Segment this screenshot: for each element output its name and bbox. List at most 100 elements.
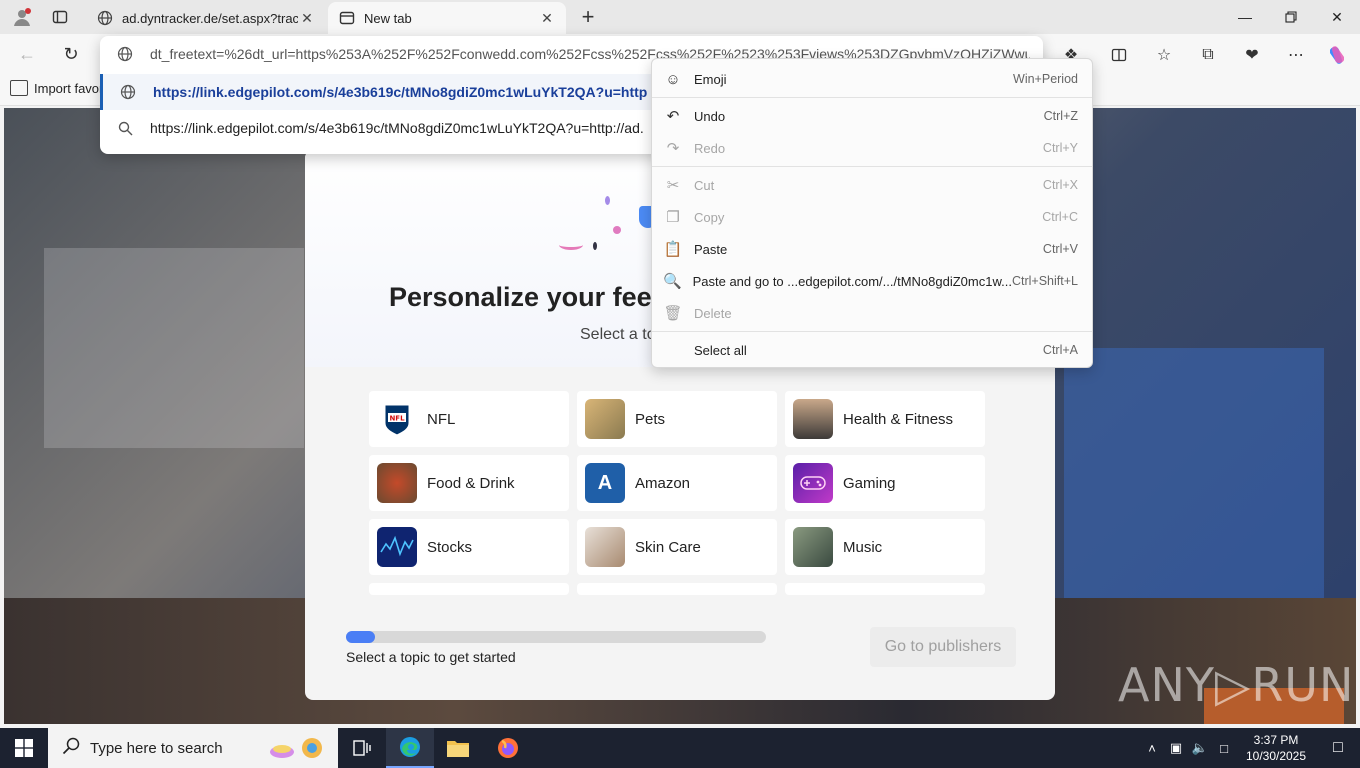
emoji-icon: ☺ — [665, 70, 681, 88]
menu-shortcut: Win+Period — [1013, 72, 1078, 86]
copilot-icon[interactable] — [1324, 42, 1350, 68]
topic-gaming[interactable]: Gaming — [785, 455, 985, 511]
topic-label: Food & Drink — [427, 474, 515, 492]
search-icon — [100, 121, 150, 136]
globe-icon — [100, 46, 150, 62]
context-menu: ☺ Emoji Win+Period ↶ Undo Ctrl+Z ↷ Redo … — [651, 58, 1093, 368]
menu-label: Paste and go to ...edgepilot.com/.../tMN… — [692, 273, 1012, 289]
dialog-title: Personalize your feed — [389, 282, 669, 312]
topic-label: Amazon — [635, 474, 691, 492]
menu-item-redo[interactable]: ↷ Redo Ctrl+Y — [652, 132, 1092, 164]
topic-music[interactable]: Music — [785, 519, 985, 575]
search-icon — [62, 737, 80, 760]
topic-partial[interactable] — [577, 583, 777, 595]
import-favorites-link[interactable]: Import favor — [10, 80, 103, 96]
confetti-decoration — [613, 226, 621, 234]
confetti-decoration — [605, 196, 610, 205]
gamepad-icon — [793, 463, 833, 503]
taskbar-search[interactable]: Type here to search — [48, 728, 338, 768]
menu-label: Emoji — [694, 71, 727, 87]
tab-title: New tab — [364, 10, 412, 26]
close-tab-icon[interactable]: ✕ — [538, 10, 556, 27]
menu-item-delete[interactable]: 🗑 Delete — [652, 297, 1092, 329]
menu-label: Redo — [694, 140, 726, 156]
volume-icon[interactable]: 🔈 — [1188, 740, 1212, 756]
confetti-decoration — [559, 240, 583, 250]
menu-separator — [652, 166, 1092, 167]
import-icon — [10, 80, 28, 96]
globe-icon — [103, 84, 153, 100]
split-screen-icon[interactable] — [1106, 42, 1132, 68]
tab-dyntracker[interactable]: ad.dyntracker.de/set.aspx?trackid ✕ — [86, 2, 326, 34]
copy-icon: ❐ — [666, 209, 680, 226]
network-icon[interactable]: ▣ — [1164, 740, 1188, 756]
close-window-icon[interactable]: ✕ — [1314, 0, 1360, 34]
stocks-chart-icon — [377, 527, 417, 567]
topic-nfl[interactable]: NFL NFL — [369, 391, 569, 447]
refresh-icon[interactable]: ↻ — [56, 40, 86, 68]
collections-icon[interactable]: ⧉ — [1195, 42, 1221, 68]
music-thumbnail-icon — [793, 527, 833, 567]
restore-icon[interactable] — [1268, 0, 1314, 34]
progress-fill — [346, 631, 376, 643]
paste-icon: 📋 — [663, 241, 683, 258]
topic-food-drink[interactable]: Food & Drink — [369, 455, 569, 511]
chevron-up-icon[interactable]: ˄ — [1140, 741, 1164, 756]
more-options-icon[interactable]: ⋯ — [1283, 42, 1309, 68]
topic-amazon[interactable]: A Amazon — [577, 455, 777, 511]
performance-icon[interactable]: ❤ — [1239, 42, 1265, 68]
menu-item-cut[interactable]: ✂ Cut Ctrl+X — [652, 169, 1092, 201]
file-explorer-icon[interactable] — [434, 728, 482, 768]
menu-separator — [652, 97, 1092, 98]
topic-label: NFL — [427, 410, 456, 428]
topic-skin-care[interactable]: Skin Care — [577, 519, 777, 575]
menu-item-select-all[interactable]: Select all Ctrl+A — [652, 334, 1092, 366]
delete-icon: 🗑 — [663, 305, 683, 322]
topic-partial[interactable] — [785, 583, 985, 595]
menu-label: Select all — [694, 342, 747, 358]
menu-label: Cut — [694, 177, 715, 193]
minimize-icon[interactable]: — — [1222, 0, 1268, 34]
go-to-publishers-button[interactable]: Go to publishers — [870, 627, 1016, 667]
menu-item-copy[interactable]: ❐ Copy Ctrl+C — [652, 201, 1092, 233]
title-bar: ad.dyntracker.de/set.aspx?trackid ✕ New … — [0, 0, 1360, 34]
new-tab-button[interactable]: + — [574, 4, 602, 30]
topic-pets[interactable]: Pets — [577, 391, 777, 447]
fitness-thumbnail-icon — [793, 399, 833, 439]
ime-icon[interactable]: □ — [1212, 741, 1236, 756]
clock-time: 3:37 PM — [1253, 733, 1299, 747]
menu-shortcut: Ctrl+Z — [1043, 109, 1078, 123]
tab-actions-icon[interactable] — [46, 4, 74, 30]
back-icon[interactable]: ← — [12, 40, 42, 68]
menu-label: Copy — [694, 209, 725, 225]
menu-item-paste-and-go[interactable]: 🔍 Paste and go to ...edgepilot.com/.../t… — [652, 265, 1092, 297]
menu-label: Undo — [694, 108, 726, 124]
windows-start-icon[interactable] — [0, 728, 48, 768]
menu-item-emoji[interactable]: ☺ Emoji Win+Period — [652, 63, 1092, 95]
favorites-icon[interactable]: ☆ — [1151, 42, 1177, 68]
menu-item-paste[interactable]: 📋 Paste Ctrl+V — [652, 233, 1092, 265]
notifications-icon[interactable]: □ — [1316, 739, 1360, 757]
skincare-thumbnail-icon — [585, 527, 625, 567]
profile-icon[interactable] — [8, 4, 36, 30]
amazon-letter-icon: A — [585, 463, 625, 503]
redo-icon: ↷ — [666, 140, 680, 157]
topic-stocks[interactable]: Stocks — [369, 519, 569, 575]
topic-label: Stocks — [427, 538, 473, 556]
edge-browser-icon[interactable] — [386, 728, 434, 768]
topic-health-fitness[interactable]: Health & Fitness — [785, 391, 985, 447]
pets-thumbnail-icon — [585, 399, 625, 439]
progress-bar — [346, 631, 766, 643]
clock[interactable]: 3:37 PM 10/30/2025 — [1236, 732, 1316, 764]
menu-item-undo[interactable]: ↶ Undo Ctrl+Z — [652, 100, 1092, 132]
close-tab-icon[interactable]: ✕ — [298, 10, 316, 27]
menu-label: Delete — [694, 305, 732, 321]
import-favorites-label: Import favor — [34, 80, 104, 96]
firefox-icon[interactable] — [484, 728, 532, 768]
topic-label: Health & Fitness — [843, 410, 954, 428]
system-tray: ˄ ▣ 🔈 □ 3:37 PM 10/30/2025 □ — [1140, 728, 1360, 768]
tab-new-tab[interactable]: New tab ✕ — [328, 2, 566, 34]
task-view-icon[interactable] — [338, 728, 386, 768]
topic-partial[interactable] — [369, 583, 569, 595]
menu-shortcut: Ctrl+Y — [1042, 141, 1078, 155]
